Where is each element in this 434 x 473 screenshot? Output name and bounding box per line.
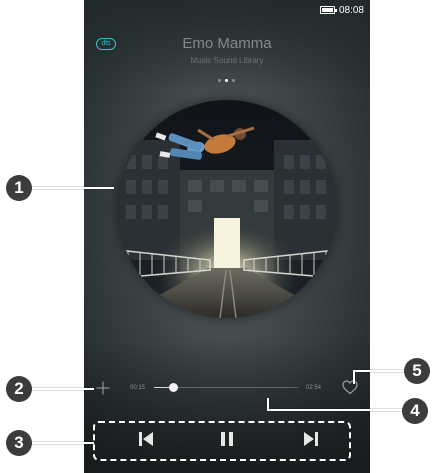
song-artist: Music Sound Library: [190, 56, 264, 65]
page-dot-active[interactable]: [225, 79, 228, 82]
album-cover-image[interactable]: [118, 100, 336, 318]
figure-canvas: 08:08 dts Emo Mamma Music Sound Library: [0, 0, 434, 473]
progress-thumb[interactable]: [168, 383, 178, 392]
callout-5-leader: [355, 370, 404, 372]
battery-icon: [319, 6, 337, 14]
controls-highlight-box: [93, 421, 351, 461]
status-time: 08:08: [338, 4, 364, 16]
page-dot[interactable]: [232, 79, 235, 82]
music-player-screen: 08:08 dts Emo Mamma Music Sound Library: [84, 0, 370, 473]
callout-5-leader-vertical: [353, 370, 355, 384]
callout-1: 1: [6, 175, 32, 201]
callout-3: 3: [6, 430, 32, 456]
progress-slider[interactable]: [154, 383, 298, 392]
callout-5: 5: [404, 358, 430, 384]
song-title: Emo Mamma: [182, 35, 272, 52]
callout-4-leader-vertical: [267, 398, 269, 411]
callout-4-leader: [268, 409, 402, 411]
elapsed-time: 00:15: [130, 385, 146, 391]
callout-2-leader: [32, 388, 94, 390]
heart-icon[interactable]: [342, 380, 358, 395]
callout-1-leader: [32, 187, 114, 189]
page-dot[interactable]: [218, 79, 221, 82]
status-bar: 08:08: [319, 3, 364, 17]
page-indicator[interactable]: [218, 79, 235, 82]
callout-3-leader: [32, 442, 94, 444]
total-time: 02:54: [306, 385, 322, 391]
album-cover-graphic: [118, 100, 336, 318]
callout-4: 4: [402, 398, 428, 424]
plus-icon[interactable]: [96, 381, 110, 395]
callout-2: 2: [6, 376, 32, 402]
